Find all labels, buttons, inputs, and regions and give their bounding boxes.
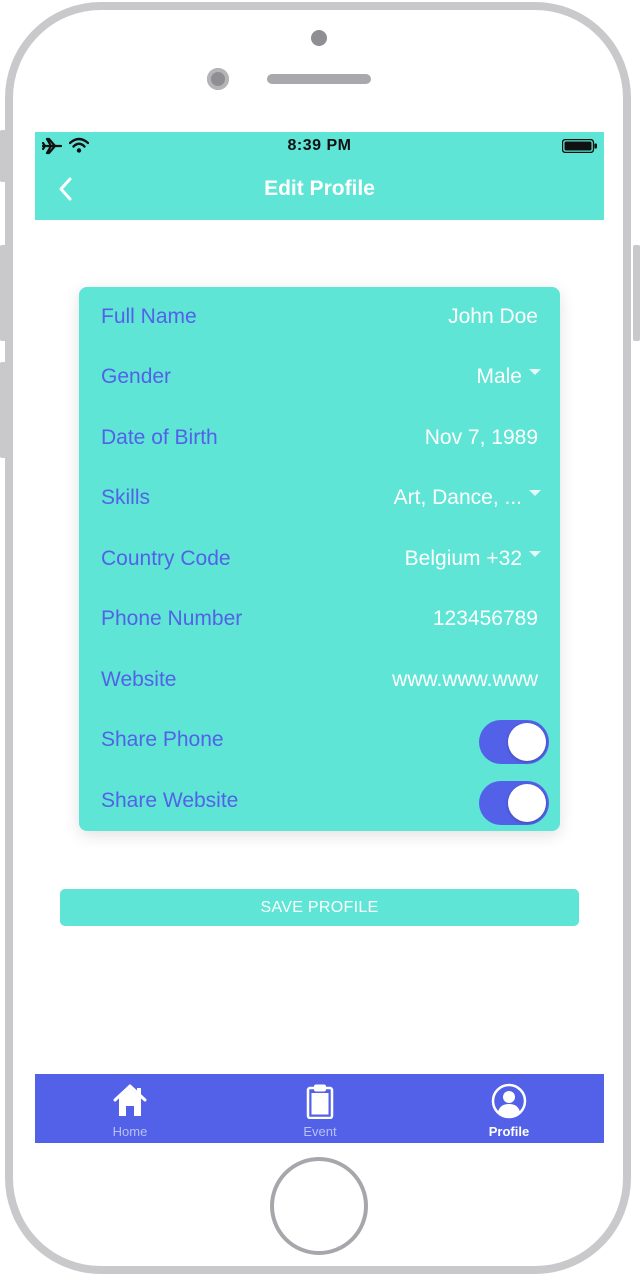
skills-select[interactable]: Art, Dance, ...	[394, 486, 522, 510]
gender-select[interactable]: Male	[476, 365, 522, 389]
earpiece-speaker	[267, 74, 371, 84]
country-code-select[interactable]: Belgium +32	[405, 547, 522, 571]
app-screen: 8:39 PM Edit Profile Full Name John Doe …	[35, 132, 604, 1143]
website-row[interactable]: Website www.www.www	[79, 650, 560, 710]
dropdown-caret-icon	[529, 490, 541, 496]
full-name-label: Full Name	[101, 305, 197, 328]
tab-profile-label: Profile	[488, 1124, 530, 1139]
profile-form-card: Full Name John Doe Gender Male Date of B…	[79, 287, 560, 831]
tab-event[interactable]: Event	[225, 1074, 415, 1143]
dropdown-caret-icon	[529, 369, 541, 375]
date-of-birth-row[interactable]: Date of Birth Nov 7, 1989	[79, 408, 560, 468]
skills-row[interactable]: Skills Art, Dance, ...	[79, 468, 560, 528]
skills-label: Skills	[101, 486, 151, 509]
share-website-row: Share Website	[79, 771, 560, 831]
home-button[interactable]	[270, 1157, 368, 1255]
tab-bar: Home Event Profile	[35, 1074, 604, 1143]
share-phone-row: Share Phone	[79, 710, 560, 770]
device-stage: 8:39 PM Edit Profile Full Name John Doe …	[0, 0, 640, 1280]
date-of-birth-label: Date of Birth	[101, 426, 218, 449]
clipboard-icon	[306, 1084, 334, 1119]
country-code-label: Country Code	[101, 547, 231, 570]
status-time: 8:39 PM	[287, 137, 352, 154]
date-of-birth-picker[interactable]: Nov 7, 1989	[425, 426, 538, 450]
country-code-row[interactable]: Country Code Belgium +32	[79, 529, 560, 589]
battery-icon	[562, 139, 597, 153]
share-website-label: Share Website	[101, 789, 239, 812]
full-name-row[interactable]: Full Name John Doe	[79, 287, 560, 347]
proximity-sensor	[207, 68, 229, 90]
home-icon	[113, 1084, 147, 1116]
website-label: Website	[101, 668, 177, 691]
page-title: Edit Profile	[264, 177, 375, 200]
dropdown-caret-icon	[529, 551, 541, 557]
gender-label: Gender	[101, 365, 172, 388]
toggle-knob	[508, 723, 546, 761]
power-button	[633, 245, 640, 341]
tab-home-label: Home	[112, 1124, 148, 1139]
tab-event-label: Event	[303, 1124, 337, 1139]
save-profile-button[interactable]: SAVE PROFILE	[60, 889, 579, 926]
navigation-bar: Edit Profile	[35, 160, 604, 220]
full-name-input[interactable]: John Doe	[448, 305, 538, 329]
tab-profile[interactable]: Profile	[414, 1074, 604, 1143]
phone-number-label: Phone Number	[101, 607, 243, 630]
toggle-knob	[508, 784, 546, 822]
share-phone-label: Share Phone	[101, 728, 224, 751]
tab-home[interactable]: Home	[35, 1074, 225, 1143]
phone-number-row[interactable]: Phone Number 123456789	[79, 589, 560, 649]
phone-number-input[interactable]: 123456789	[433, 607, 538, 631]
gender-row[interactable]: Gender Male	[79, 347, 560, 407]
website-input[interactable]: www.www.www	[392, 668, 538, 692]
profile-icon	[491, 1083, 527, 1119]
front-camera	[311, 30, 327, 46]
share-phone-toggle[interactable]	[479, 720, 549, 764]
share-website-toggle[interactable]	[479, 781, 549, 825]
status-bar: 8:39 PM	[35, 132, 604, 160]
